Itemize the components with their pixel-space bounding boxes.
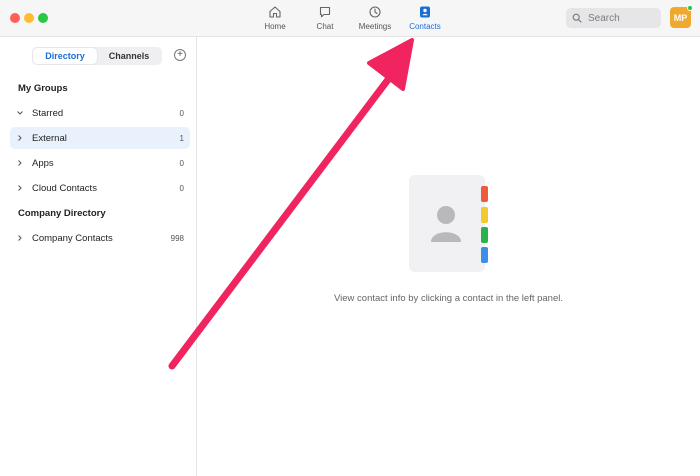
section-title-my-groups: My Groups [18,83,68,94]
sidebar-item-starred[interactable]: Starred 0 [10,102,190,124]
main-panel: View contact info by clicking a contact … [197,37,700,476]
sidebar-item-count: 0 [179,183,184,193]
sidebar-item-external[interactable]: External 1 [10,127,190,149]
close-window-button[interactable] [10,13,20,23]
sidebar-item-company-contacts[interactable]: Company Contacts 998 [10,227,190,249]
contact-book-icon [409,175,488,272]
sidebar-tabs: Directory Channels [32,47,162,65]
search-placeholder: Search [588,12,620,24]
sidebar-item-count: 0 [179,158,184,168]
chevron-right-icon [16,234,28,242]
clock-icon [369,6,381,18]
minimize-window-button[interactable] [24,13,34,23]
plus-icon: + [177,49,183,60]
chevron-right-icon [16,134,28,142]
maximize-window-button[interactable] [38,13,48,23]
nav-meetings-label: Meetings [358,22,392,31]
home-icon [269,6,281,18]
section-title-company-directory: Company Directory [18,208,106,219]
sidebar-item-apps[interactable]: Apps 0 [10,152,190,174]
sidebar-item-label: Company Contacts [32,232,113,244]
nav-contacts[interactable]: Contacts [395,5,455,33]
empty-state-message: View contact info by clicking a contact … [333,293,563,304]
sidebar-item-cloud-contacts[interactable]: Cloud Contacts 0 [10,177,190,199]
sidebar-item-count: 998 [170,233,184,243]
chevron-right-icon [16,184,28,192]
tab-directory[interactable]: Directory [33,48,97,64]
sidebar-item-count: 1 [179,133,184,143]
chevron-down-icon [16,109,28,117]
contacts-icon [420,6,430,18]
nav-home-label: Home [264,22,286,31]
sidebar: Directory Channels + My Groups Starred 0… [0,37,197,476]
sidebar-item-count: 0 [179,108,184,118]
chat-icon [319,6,331,18]
sidebar-item-label: External [32,132,67,144]
search-input[interactable]: Search [566,8,661,28]
sidebar-item-label: Starred [32,107,64,119]
status-badge [687,5,693,11]
tab-channels[interactable]: Channels [97,48,161,64]
avatar-initials: MP [673,12,688,23]
title-bar: Home Chat Meetings Contacts Search MP [0,0,700,37]
nav-contacts-label: Contacts [409,22,441,31]
nav-chat-label: Chat [316,22,334,31]
sidebar-item-label: Cloud Contacts [32,182,97,194]
search-icon [572,13,582,23]
chevron-right-icon [16,159,28,167]
sidebar-item-label: Apps [32,157,54,169]
add-contact-button[interactable]: + [174,49,186,61]
